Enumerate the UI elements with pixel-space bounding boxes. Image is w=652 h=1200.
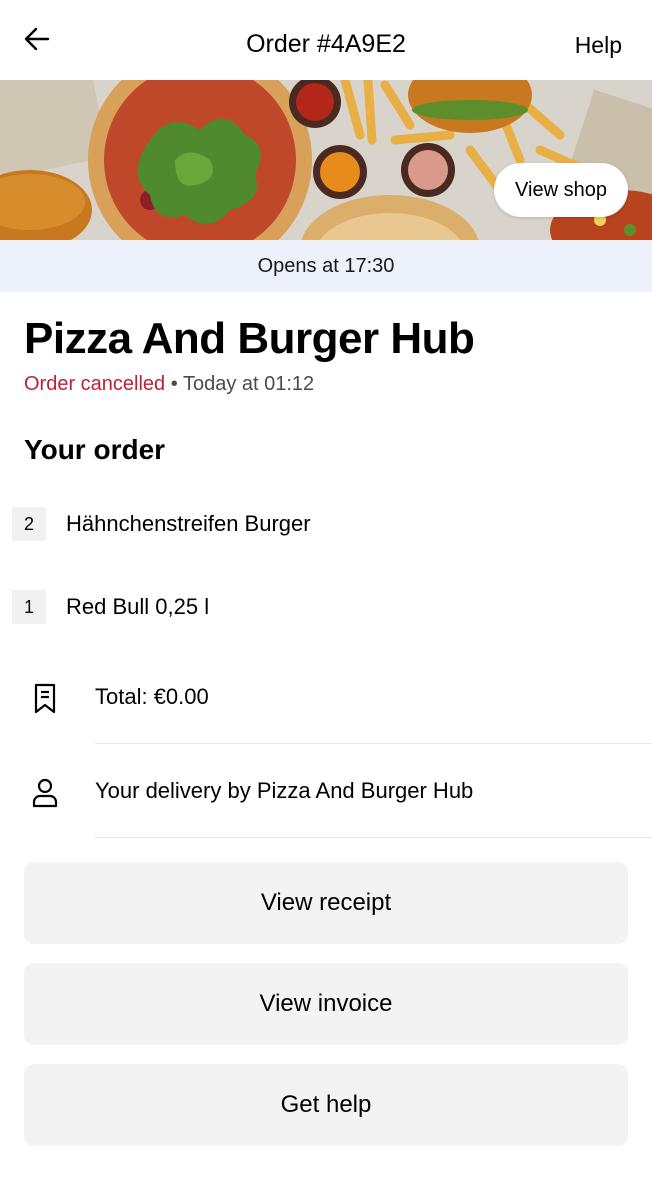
delivery-info: Your delivery by Pizza And Burger Hub (95, 778, 474, 803)
order-status: Order cancelled (24, 373, 166, 395)
person-icon (32, 778, 58, 808)
quantity-badge: 2 (12, 507, 46, 541)
view-invoice-button[interactable]: View invoice (24, 963, 628, 1045)
status-separator: • (165, 373, 183, 395)
receipt-icon (34, 683, 56, 714)
opening-hours-banner: Opens at 17:30 (0, 240, 652, 292)
help-button[interactable]: Help (575, 32, 622, 59)
order-item: 2 Hähnchenstreifen Burger (12, 506, 311, 542)
page-title: Order #4A9E2 (246, 30, 406, 58)
order-status-line: Order cancelled • Today at 01:12 (24, 373, 314, 396)
divider (95, 837, 652, 838)
order-item: 1 Red Bull 0,25 l (12, 589, 209, 625)
order-total: Total: €0.00 (95, 684, 209, 709)
quantity-badge: 1 (12, 590, 46, 624)
item-name: Hähnchenstreifen Burger (66, 511, 311, 536)
your-order-heading: Your order (24, 434, 166, 465)
order-total-row: Total: €0.00 (0, 650, 652, 744)
get-help-button[interactable]: Get help (24, 1064, 628, 1146)
view-receipt-button[interactable]: View receipt (24, 862, 628, 944)
view-shop-button[interactable]: View shop (494, 163, 628, 217)
item-name: Red Bull 0,25 l (66, 594, 210, 619)
order-time: Today at 01:12 (182, 373, 315, 395)
store-name: Pizza And Burger Hub (24, 314, 475, 363)
top-bar: Order #4A9E2 Help (0, 0, 652, 80)
delivery-info-row: Your delivery by Pizza And Burger Hub (0, 744, 652, 838)
